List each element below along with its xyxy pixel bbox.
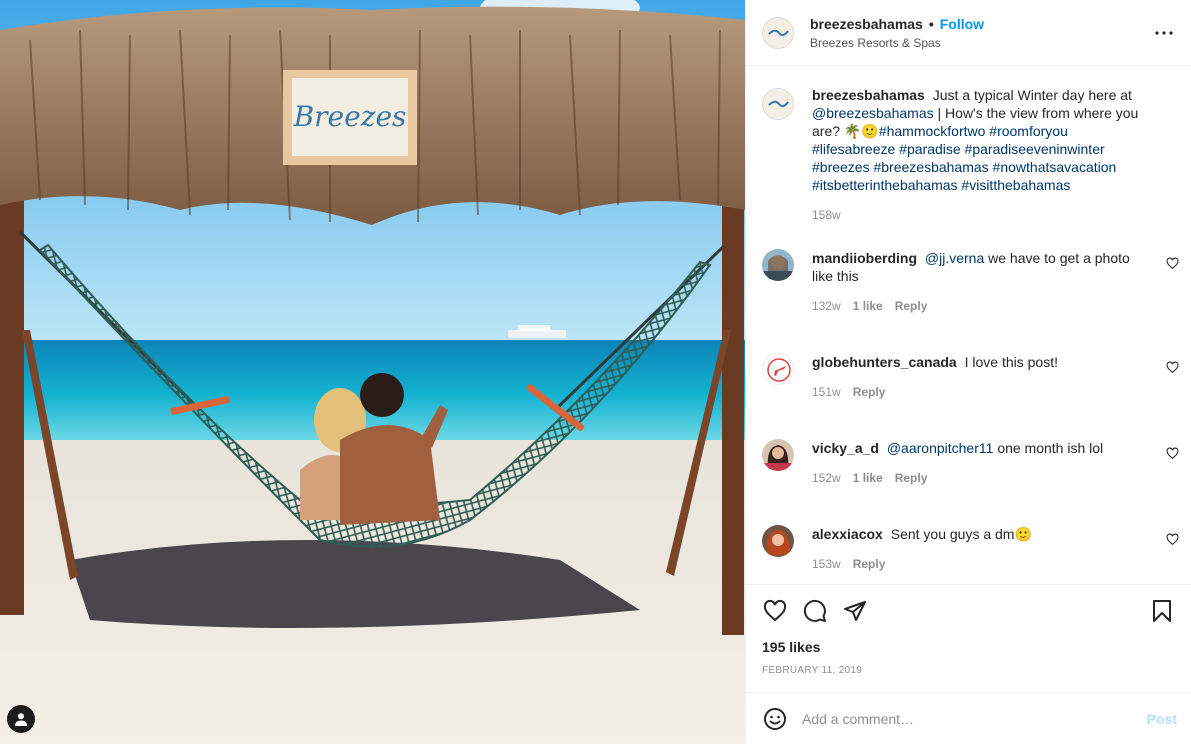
- save-button[interactable]: [1149, 598, 1175, 624]
- comment-username[interactable]: alexxiacox: [812, 526, 883, 542]
- comment-like-heart-icon[interactable]: [1166, 361, 1179, 374]
- hashtag-links[interactable]: #itsbetterinthebahamas #visitthebahamas: [812, 177, 1070, 193]
- post-header: breezesbahamas • Follow Breezes Resorts …: [746, 0, 1191, 66]
- post-actions: 195 likes FEBRUARY 11, 2019: [746, 584, 1191, 692]
- comment-input[interactable]: [802, 710, 1147, 727]
- comment-meta: 132w 1 like Reply: [812, 299, 1151, 313]
- comment-username[interactable]: mandiioberding: [812, 250, 917, 266]
- mention-link[interactable]: @jj.verna: [925, 250, 984, 266]
- avatar-image: [762, 439, 794, 471]
- comment-meta: 153w Reply: [812, 557, 1151, 571]
- hashtag-links[interactable]: #breezesbahamas #nowthatsavacation: [873, 159, 1116, 175]
- post-modal: Breezes breezesbahamas • Follow Breezes …: [0, 0, 1191, 744]
- caption-username[interactable]: breezesbahamas: [812, 87, 925, 103]
- comment-likes[interactable]: 1 like: [853, 299, 883, 313]
- comment-likes[interactable]: 1 like: [853, 471, 883, 485]
- breezes-logo-icon: [763, 89, 793, 119]
- breezes-logo-icon: [763, 17, 793, 48]
- comment-item: globehunters_canada I love this post! 15…: [762, 353, 1179, 439]
- avatar-image: [762, 525, 794, 557]
- avatar-image: [762, 249, 794, 281]
- avatar[interactable]: [762, 16, 794, 49]
- heart-icon: [763, 599, 787, 622]
- reply-button[interactable]: Reply: [853, 557, 886, 571]
- comment-composer: Post: [746, 692, 1191, 744]
- comment-text: Sent you guys a dm🙂: [890, 526, 1032, 542]
- comment-like-heart-icon[interactable]: [1166, 257, 1179, 270]
- comment-text: one month ish lol: [997, 440, 1104, 456]
- post-author-username[interactable]: breezesbahamas: [810, 16, 923, 32]
- post-date: FEBRUARY 11, 2019: [762, 665, 863, 676]
- post-comment-button[interactable]: Post: [1147, 711, 1177, 727]
- follow-button[interactable]: Follow: [940, 16, 984, 32]
- avatar[interactable]: [762, 353, 794, 385]
- emoji-button[interactable]: [762, 706, 788, 732]
- avatar[interactable]: [762, 88, 794, 120]
- post-caption: breezesbahamas Just a typical Winter day…: [762, 86, 1179, 249]
- mention-link[interactable]: @aaronpitcher11: [887, 440, 994, 456]
- caption-time[interactable]: 158w: [812, 208, 841, 222]
- reply-button[interactable]: Reply: [895, 299, 928, 313]
- emoji-icon: [764, 707, 786, 730]
- comment-like-heart-icon[interactable]: [1166, 447, 1179, 460]
- airplane-logo-icon: [763, 354, 793, 384]
- beach-hammock-photo: Breezes: [0, 0, 745, 744]
- separator-dot: •: [928, 15, 934, 32]
- comment-username[interactable]: globehunters_canada: [812, 354, 957, 370]
- likes-count[interactable]: 195 likes: [762, 639, 1175, 655]
- avatar[interactable]: [762, 249, 794, 281]
- comment-item: vicky_a_d @aaronpitcher11 one month ish …: [762, 439, 1179, 525]
- comment-text: I love this post!: [964, 354, 1058, 370]
- comment-time[interactable]: 132w: [812, 299, 841, 313]
- reply-button[interactable]: Reply: [895, 471, 928, 485]
- comment-button[interactable]: [802, 598, 828, 624]
- comment-icon: [803, 599, 826, 622]
- user-tag-button[interactable]: [7, 705, 35, 733]
- comment-username[interactable]: vicky_a_d: [812, 440, 879, 456]
- comment-time[interactable]: 152w: [812, 471, 841, 485]
- breezes-sign-text: Breezes: [293, 100, 407, 133]
- send-icon: [844, 601, 866, 621]
- like-button[interactable]: [762, 598, 788, 624]
- mention-link[interactable]: @breezesbahamas: [812, 105, 934, 121]
- bookmark-icon: [1153, 600, 1171, 622]
- comment-item: alexxiacox Sent you guys a dm🙂 153w Repl…: [762, 525, 1179, 584]
- comment-like-heart-icon[interactable]: [1166, 533, 1179, 546]
- post-location[interactable]: Breezes Resorts & Spas: [810, 36, 1152, 50]
- more-icon: [1155, 30, 1173, 35]
- avatar[interactable]: [762, 525, 794, 557]
- share-button[interactable]: [842, 598, 868, 624]
- comment-meta: 152w 1 like Reply: [812, 471, 1151, 485]
- reply-button[interactable]: Reply: [853, 385, 886, 399]
- more-options-button[interactable]: [1152, 21, 1176, 45]
- comment-item: mandiioberding @jj.verna we have to get …: [762, 249, 1179, 353]
- caption-emoji: 🌴🙂: [843, 123, 879, 139]
- post-side-panel: breezesbahamas • Follow Breezes Resorts …: [745, 0, 1191, 744]
- comment-time[interactable]: 153w: [812, 557, 841, 571]
- comments-list[interactable]: breezesbahamas Just a typical Winter day…: [746, 66, 1191, 584]
- caption-text-part: Just a typical Winter day here at: [932, 87, 1132, 103]
- comment-meta: 151w Reply: [812, 385, 1151, 399]
- post-photo[interactable]: Breezes: [0, 0, 745, 744]
- user-tag-icon: [15, 713, 27, 726]
- caption-meta: 158w: [812, 208, 1151, 222]
- comment-time[interactable]: 151w: [812, 385, 841, 399]
- caption-text: breezesbahamas Just a typical Winter day…: [812, 86, 1151, 194]
- avatar[interactable]: [762, 439, 794, 471]
